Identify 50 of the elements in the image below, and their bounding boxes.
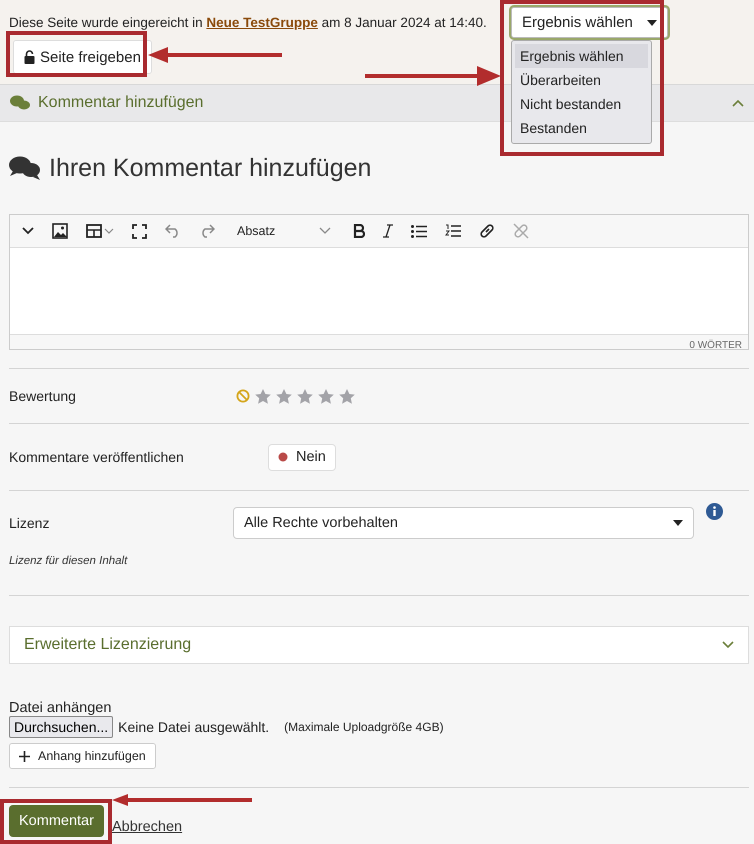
chat-bubbles-icon	[9, 155, 41, 181]
page-heading: Ihren Kommentar hinzufügen	[49, 154, 372, 182]
add-attachment-button[interactable]: Anhang hinzufügen	[9, 743, 156, 769]
numbered-list-icon[interactable]	[445, 224, 462, 238]
format-dropdown[interactable]: Absatz	[233, 224, 336, 238]
chevron-icon	[732, 99, 744, 107]
rating-label: Bewertung	[9, 388, 77, 404]
publish-comments-label: Kommentare veröffentlichen	[9, 449, 185, 465]
result-dropdown[interactable]: Ergebnis wählen	[511, 7, 668, 38]
padlock-icon	[24, 50, 35, 64]
bullet-list-icon[interactable]	[411, 224, 428, 238]
info-icon[interactable]	[706, 503, 723, 520]
browse-button[interactable]: Durchsuchen...	[9, 716, 114, 738]
license-hint: Lizenz für diesen Inhalt	[9, 555, 129, 569]
file-status: Keine Datei ausgewählt.	[118, 719, 270, 735]
fullscreen-icon[interactable]	[132, 224, 147, 238]
group-link[interactable]: Neue TestGruppe	[206, 15, 318, 30]
cancel-link[interactable]: Abbrechen	[112, 819, 182, 835]
chevron-icon[interactable]	[22, 227, 34, 235]
star-icon[interactable]	[276, 388, 292, 404]
table-icon[interactable]	[86, 224, 114, 238]
publish-toggle[interactable]: Nein	[268, 444, 336, 470]
dropdown-option[interactable]: Nicht bestanden	[515, 92, 648, 116]
section-title: Kommentar hinzufügen	[38, 94, 204, 112]
star-icon[interactable]	[297, 388, 313, 404]
link-icon[interactable]	[479, 223, 496, 239]
word-count: 0 WÖRTER	[689, 340, 742, 351]
attach-file-label: Datei anhängen	[9, 700, 112, 716]
chevron-icon	[722, 641, 734, 649]
bold-icon[interactable]	[353, 224, 366, 238]
release-page-button[interactable]: Seite freigeben	[13, 40, 152, 74]
advanced-licensing-panel[interactable]: Erweiterte Lizenzierung	[9, 626, 749, 664]
dropdown-option[interactable]: Ergebnis wählen	[515, 44, 648, 68]
submit-comment-button[interactable]: Kommentar	[9, 805, 104, 837]
star-icon[interactable]	[339, 388, 355, 404]
caret-icon	[646, 20, 657, 26]
license-select[interactable]: Alle Rechte vorbehalten	[233, 507, 694, 539]
star-icon[interactable]	[318, 388, 334, 404]
plus-icon	[19, 750, 30, 762]
panel-title: Erweiterte Lizenzierung	[24, 636, 192, 654]
status-dot-icon	[278, 452, 288, 462]
license-label: Lizenz	[9, 515, 50, 531]
chevron-icon	[319, 227, 332, 235]
star-icon[interactable]	[255, 388, 271, 404]
image-icon[interactable]	[52, 223, 68, 239]
chat-bubbles-icon	[10, 95, 30, 111]
max-upload-size: (Maximale Uploadgröße 4GB)	[284, 720, 444, 734]
italic-icon[interactable]	[383, 224, 394, 238]
submission-notice: Diese Seite wurde eingereicht in Neue TestGruppe am 8 Januar 2024 at 14:40.	[9, 15, 488, 30]
caret-icon	[673, 520, 683, 526]
